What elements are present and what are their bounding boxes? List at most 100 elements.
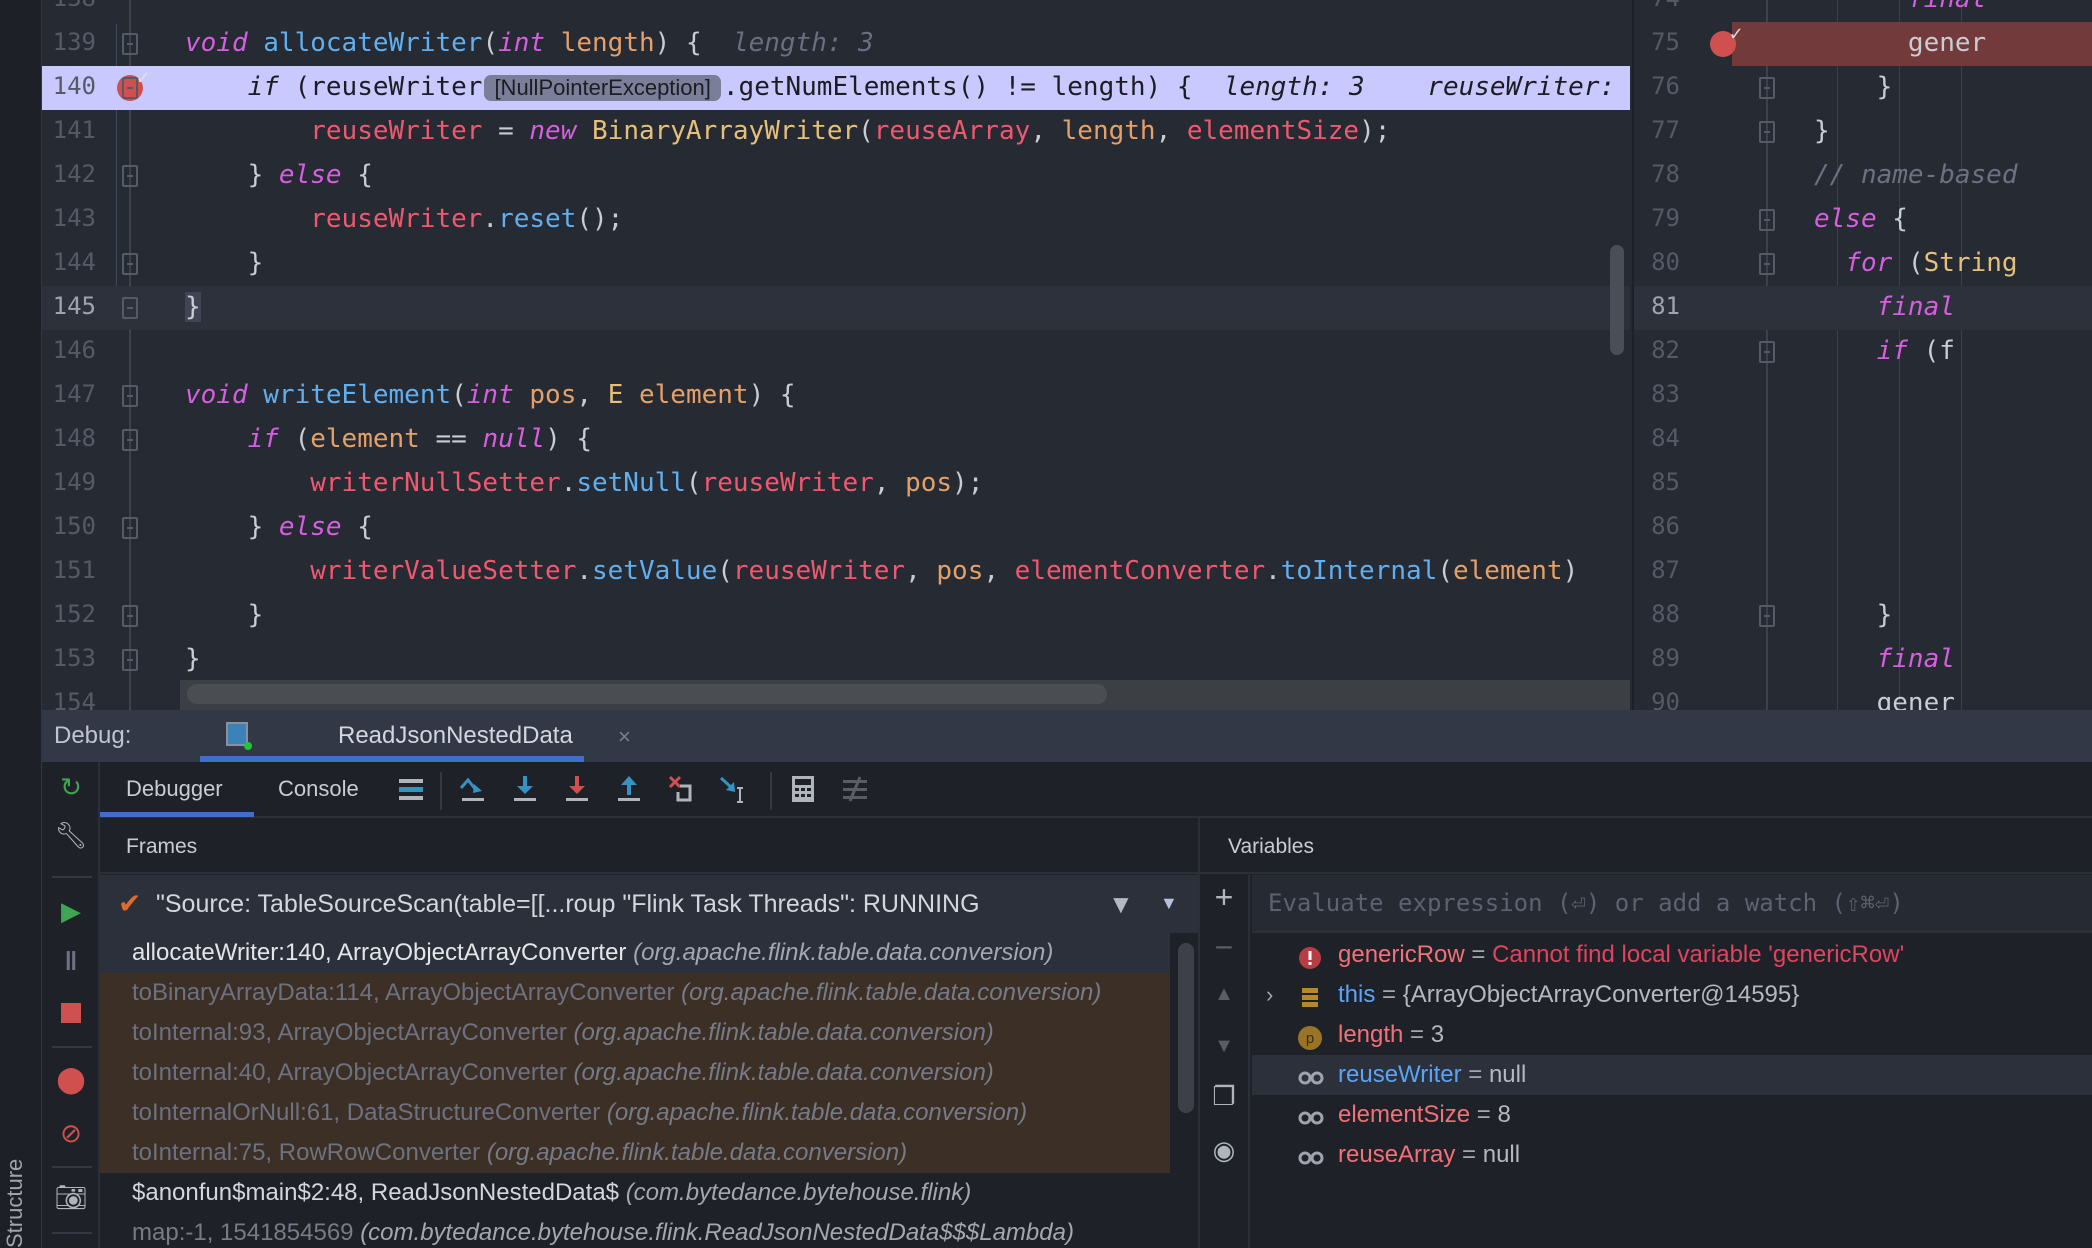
- code-line[interactable]: 82 if (f: [1634, 330, 2092, 374]
- line-number[interactable]: 82: [1634, 336, 1680, 364]
- code-line[interactable]: 142 } else {: [42, 154, 1630, 198]
- code-line[interactable]: 90 gener: [1634, 682, 2092, 710]
- line-number[interactable]: 79: [1634, 204, 1680, 232]
- line-number[interactable]: 141: [42, 116, 96, 144]
- code-line[interactable]: 145}: [42, 286, 1630, 330]
- line-number[interactable]: 84: [1634, 424, 1680, 452]
- code-line[interactable]: 144 }: [42, 242, 1630, 286]
- code-line[interactable]: 146: [42, 330, 1630, 374]
- step-out-icon[interactable]: [614, 774, 644, 804]
- chevron-right-icon[interactable]: ›: [1266, 975, 1273, 1015]
- tab-console[interactable]: Console: [278, 776, 359, 802]
- line-number[interactable]: 146: [42, 336, 96, 364]
- line-number[interactable]: 86: [1634, 512, 1680, 540]
- structure-tool-label[interactable]: Structure: [2, 1159, 42, 1248]
- fold-open-icon[interactable]: [1759, 341, 1775, 363]
- stack-frame[interactable]: $anonfun$main$2:48, ReadJsonNestedData$ …: [100, 1173, 1170, 1213]
- fold-close-icon[interactable]: [122, 253, 138, 275]
- code-line[interactable]: 76 }: [1634, 66, 2092, 110]
- code-line[interactable]: 149 writerNullSetter.setNull(reuseWriter…: [42, 462, 1630, 506]
- line-number[interactable]: 77: [1634, 116, 1680, 144]
- code-line[interactable]: 89 final: [1634, 638, 2092, 682]
- line-number[interactable]: 88: [1634, 600, 1680, 628]
- fold-close-icon[interactable]: [1759, 121, 1775, 143]
- horizontal-scrollbar-thumb[interactable]: [187, 684, 1107, 704]
- step-over-icon[interactable]: [458, 774, 488, 804]
- pause-program-icon[interactable]: ‖: [54, 944, 88, 978]
- fold-close-icon[interactable]: [1759, 77, 1775, 99]
- rerun-icon[interactable]: ↻: [54, 770, 88, 804]
- frames-scrollbar[interactable]: [1178, 943, 1194, 1113]
- variable-row[interactable]: › this = {ArrayObjectArrayConverter@14595…: [1252, 975, 2092, 1015]
- vertical-scrollbar-thumb[interactable]: [1610, 245, 1624, 355]
- filter-icon[interactable]: ▼: [1108, 889, 1134, 920]
- line-number[interactable]: 144: [42, 248, 96, 276]
- line-number[interactable]: 90: [1634, 688, 1680, 710]
- add-watch-icon[interactable]: +: [1208, 879, 1240, 916]
- fold-open-icon[interactable]: [122, 33, 138, 55]
- thread-selector[interactable]: ✔ "Source: TableSourceScan(table=[[...ro…: [100, 875, 1198, 933]
- code-line[interactable]: 150 } else {: [42, 506, 1630, 550]
- stack-frame[interactable]: toInternal:93, ArrayObjectArrayConverter…: [100, 1013, 1170, 1053]
- code-line[interactable]: 141 reuseWriter = new BinaryArrayWriter(…: [42, 110, 1630, 154]
- show-execution-point-icon[interactable]: [396, 774, 426, 804]
- variable-row[interactable]: reuseWriter = null: [1252, 1055, 2092, 1095]
- code-line[interactable]: 148 if (element == null) {: [42, 418, 1630, 462]
- code-line[interactable]: 83: [1634, 374, 2092, 418]
- line-number[interactable]: 143: [42, 204, 96, 232]
- line-number[interactable]: 147: [42, 380, 96, 408]
- code-line[interactable]: 151 writerValueSetter.setValue(reuseWrit…: [42, 550, 1630, 594]
- stack-frame[interactable]: map:-1, 1541854569 (com.bytedance.byteho…: [100, 1213, 1170, 1248]
- line-number[interactable]: 149: [42, 468, 96, 496]
- code-line[interactable]: 87: [1634, 550, 2092, 594]
- resume-program-icon[interactable]: ▶: [54, 894, 88, 928]
- stack-frame[interactable]: toBinaryArrayData:114, ArrayObjectArrayC…: [100, 973, 1170, 1013]
- line-number[interactable]: 80: [1634, 248, 1680, 276]
- line-number[interactable]: 75: [1634, 28, 1680, 56]
- force-step-into-icon[interactable]: [562, 774, 592, 804]
- code-line[interactable]: 75 gener: [1634, 21, 2092, 66]
- move-up-icon[interactable]: ▲: [1208, 983, 1240, 1006]
- line-number[interactable]: 152: [42, 600, 96, 628]
- eye-watch-options-icon[interactable]: ◉: [1208, 1135, 1240, 1166]
- fold-open-icon[interactable]: [122, 385, 138, 407]
- line-number[interactable]: 81: [1634, 292, 1680, 320]
- mute-breakpoints-icon[interactable]: ⊘: [54, 1116, 88, 1150]
- stack-frame[interactable]: allocateWriter:140, ArrayObjectArrayConv…: [100, 933, 1170, 973]
- line-number[interactable]: 139: [42, 28, 96, 56]
- duplicate-watch-icon[interactable]: ❐: [1208, 1081, 1240, 1112]
- view-breakpoints-icon[interactable]: ⬤: [54, 1062, 88, 1096]
- fold-open-icon[interactable]: [1759, 209, 1775, 231]
- code-line[interactable]: 143 reuseWriter.reset();: [42, 198, 1630, 242]
- code-line[interactable]: 81 final: [1634, 286, 2092, 330]
- code-line[interactable]: 139 void allocateWriter(int length) { len…: [42, 22, 1630, 66]
- fold-open-icon[interactable]: [122, 77, 138, 99]
- line-number[interactable]: 145: [42, 292, 96, 320]
- code-line[interactable]: 80 for (String: [1634, 242, 2092, 286]
- code-line[interactable]: 147 void writeElement(int pos, E element)…: [42, 374, 1630, 418]
- variable-row[interactable]: genericRow = Cannot find local variable …: [1252, 935, 2092, 975]
- fold-close-icon[interactable]: [1759, 605, 1775, 627]
- variable-row[interactable]: p length = 3: [1252, 1015, 2092, 1055]
- code-line[interactable]: 77}: [1634, 110, 2092, 154]
- chevron-down-icon[interactable]: ▼: [1160, 893, 1178, 914]
- code-line[interactable]: 140 if (reuseWriter [NullPointerException…: [42, 65, 1630, 110]
- run-config-tab[interactable]: ReadJsonNestedData ×: [158, 710, 631, 762]
- line-number[interactable]: 140: [42, 72, 96, 100]
- evaluate-expression-input[interactable]: [1252, 875, 2092, 933]
- variable-row[interactable]: reuseArray = null: [1252, 1135, 2092, 1175]
- step-into-icon[interactable]: [510, 774, 540, 804]
- code-line[interactable]: 79 else {: [1634, 198, 2092, 242]
- fold-close-icon[interactable]: [122, 517, 138, 539]
- tab-debugger[interactable]: Debugger: [126, 776, 223, 802]
- stack-frame[interactable]: toInternal:40, ArrayObjectArrayConverter…: [100, 1053, 1170, 1093]
- code-line[interactable]: 153}: [42, 638, 1630, 682]
- stop-icon[interactable]: [54, 996, 88, 1030]
- line-number[interactable]: 138: [42, 0, 96, 12]
- settings-wrench-icon[interactable]: 🔧︎: [54, 818, 88, 852]
- code-editor-secondary[interactable]: 74 final75 gener76 }77}78// name-based79…: [1632, 0, 2092, 710]
- camera-snapshot-icon[interactable]: 📷︎: [54, 1180, 88, 1214]
- fold-close-icon[interactable]: [122, 165, 138, 187]
- move-down-icon[interactable]: ▼: [1208, 1035, 1240, 1058]
- line-number[interactable]: 153: [42, 644, 96, 672]
